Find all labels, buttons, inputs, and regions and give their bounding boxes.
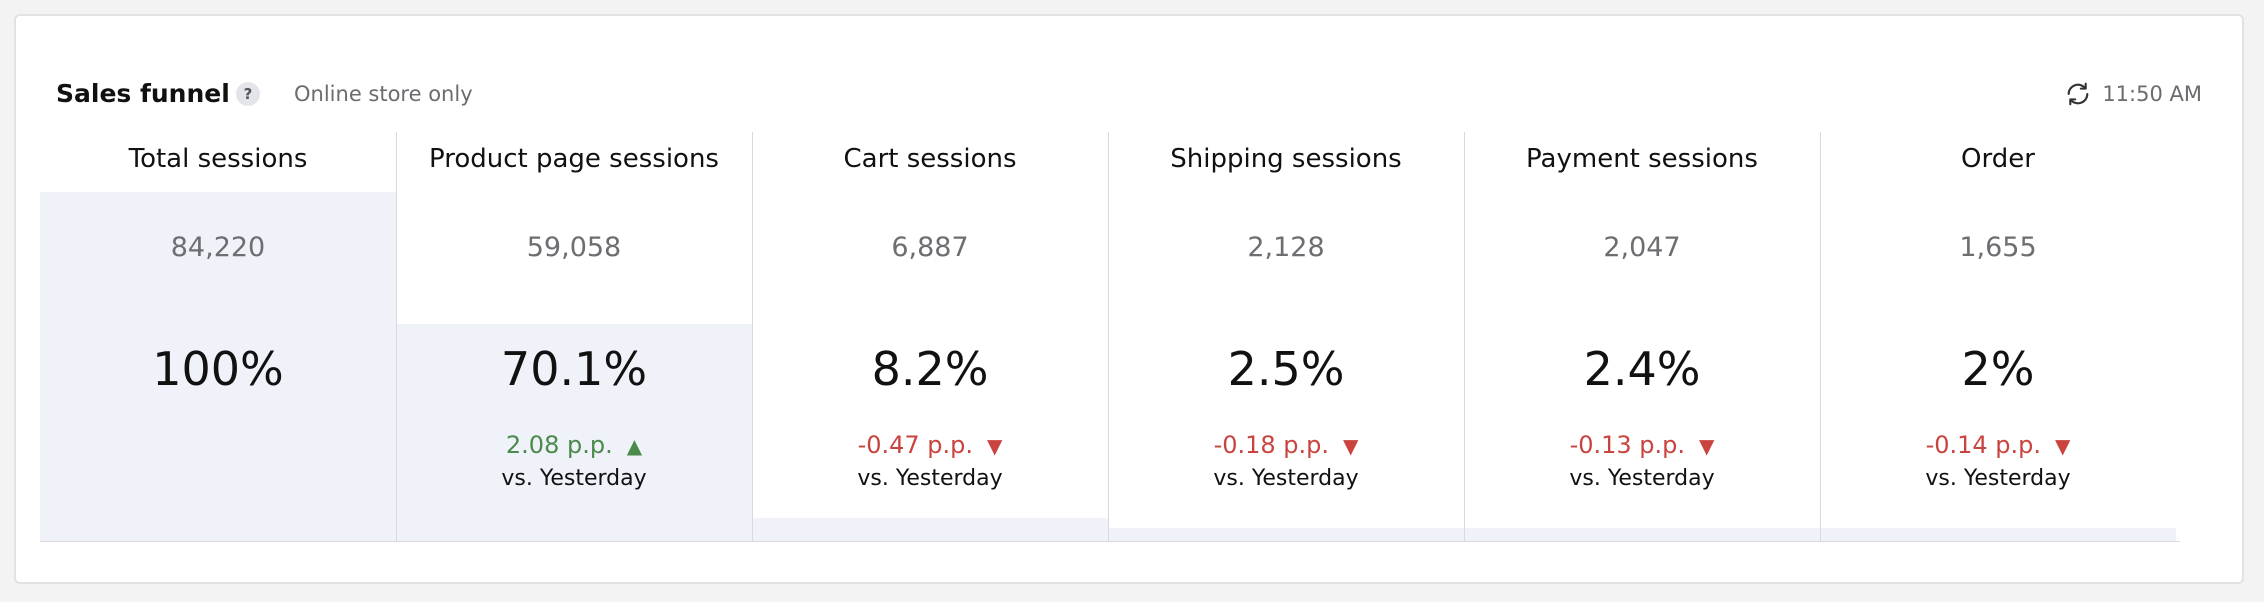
- stage-compare-label: vs. Yesterday: [1569, 466, 1715, 491]
- stage-delta-value: -0.18 p.p.: [1213, 431, 1330, 459]
- help-icon[interactable]: ?: [236, 82, 260, 106]
- funnel-chart: Total sessions 84,220 100% Product page ses…: [40, 132, 2180, 542]
- refresh-button[interactable]: 11:50 AM: [2064, 74, 2202, 114]
- stage-session-count: 2,047: [1603, 232, 1681, 263]
- stage-delta: 2.08 p.p. ▲: [396, 430, 752, 461]
- stage-conversion-percent: 2%: [1961, 342, 2035, 396]
- stage-delta: -0.18 p.p. ▼: [1108, 430, 1464, 461]
- triangle-up-icon: ▲: [626, 434, 643, 458]
- stage-title: Total sessions: [128, 144, 308, 174]
- stage-session-count: 84,220: [170, 232, 266, 263]
- card-subtitle: Online store only: [294, 82, 473, 106]
- stage-divider: [1464, 132, 1465, 542]
- funnel-stage: Shipping sessions 2,128 2.5% -0.18 p.p. ▼ vs.…: [1108, 132, 1464, 542]
- stage-session-count: 2,128: [1247, 232, 1325, 263]
- stage-conversion-percent: 100%: [152, 342, 284, 396]
- stage-title: Shipping sessions: [1170, 144, 1402, 174]
- refresh-icon: [2064, 80, 2092, 108]
- stage-compare-label: vs. Yesterday: [501, 466, 647, 491]
- stage-session-count: 59,058: [526, 232, 622, 263]
- triangle-down-icon: ▼: [1699, 434, 1715, 458]
- funnel-stage: Product page sessions 59,058 70.1% 2.08 p.p…: [396, 132, 752, 542]
- stage-compare-label: vs. Yesterday: [857, 466, 1003, 491]
- card-header: Sales funnel ? Online store only 11:50 A…: [56, 74, 2202, 114]
- card-title: Sales funnel: [56, 79, 230, 108]
- stage-divider: [1820, 132, 1821, 542]
- stage-delta-value: -0.47 p.p.: [857, 431, 974, 459]
- stage-divider: [396, 132, 397, 542]
- stage-conversion-percent: 2.4%: [1583, 342, 1701, 396]
- triangle-down-icon: ▼: [987, 434, 1003, 458]
- funnel-stage: Total sessions 84,220 100%: [40, 132, 396, 542]
- stage-session-count: 1,655: [1959, 232, 2037, 263]
- last-updated-time: 11:50 AM: [2102, 82, 2202, 106]
- stage-delta-value: -0.14 p.p.: [1925, 431, 2042, 459]
- stage-title: Product page sessions: [429, 144, 719, 174]
- funnel-stage: Payment sessions 2,047 2.4% -0.13 p.p. ▼ vs. …: [1464, 132, 1820, 542]
- stage-delta-value: 2.08 p.p.: [505, 431, 613, 459]
- stage-divider: [752, 132, 753, 542]
- stage-fill-bar: [752, 517, 1108, 542]
- stage-fill-bar: [1464, 527, 1820, 542]
- stage-delta: -0.13 p.p. ▼: [1464, 430, 1820, 461]
- stage-divider: [1108, 132, 1109, 542]
- stage-conversion-percent: 8.2%: [871, 342, 989, 396]
- stage-delta-value: -0.13 p.p.: [1569, 431, 1686, 459]
- funnel-stage: Cart sessions 6,887 8.2% -0.47 p.p. ▼ vs. Yes…: [752, 132, 1108, 542]
- stage-fill-bar: [1108, 527, 1464, 542]
- stage-delta: -0.14 p.p. ▼: [1820, 430, 2176, 461]
- funnel-baseline: [40, 541, 2180, 542]
- stage-conversion-percent: 2.5%: [1227, 342, 1345, 396]
- stage-compare-label: vs. Yesterday: [1213, 466, 1359, 491]
- stage-conversion-percent: 70.1%: [500, 342, 648, 396]
- triangle-down-icon: ▼: [1343, 434, 1359, 458]
- stage-title: Order: [1961, 144, 2035, 174]
- stage-title: Cart sessions: [843, 144, 1017, 174]
- stage-delta: -0.47 p.p. ▼: [752, 430, 1108, 461]
- triangle-down-icon: ▼: [2055, 434, 2071, 458]
- funnel-stage: Order 1,655 2% -0.14 p.p. ▼ vs. Yesterday: [1820, 132, 2176, 542]
- stage-title: Payment sessions: [1526, 144, 1758, 174]
- stage-fill-bar: [1820, 528, 2176, 542]
- stage-session-count: 6,887: [891, 232, 969, 263]
- stage-compare-label: vs. Yesterday: [1925, 466, 2071, 491]
